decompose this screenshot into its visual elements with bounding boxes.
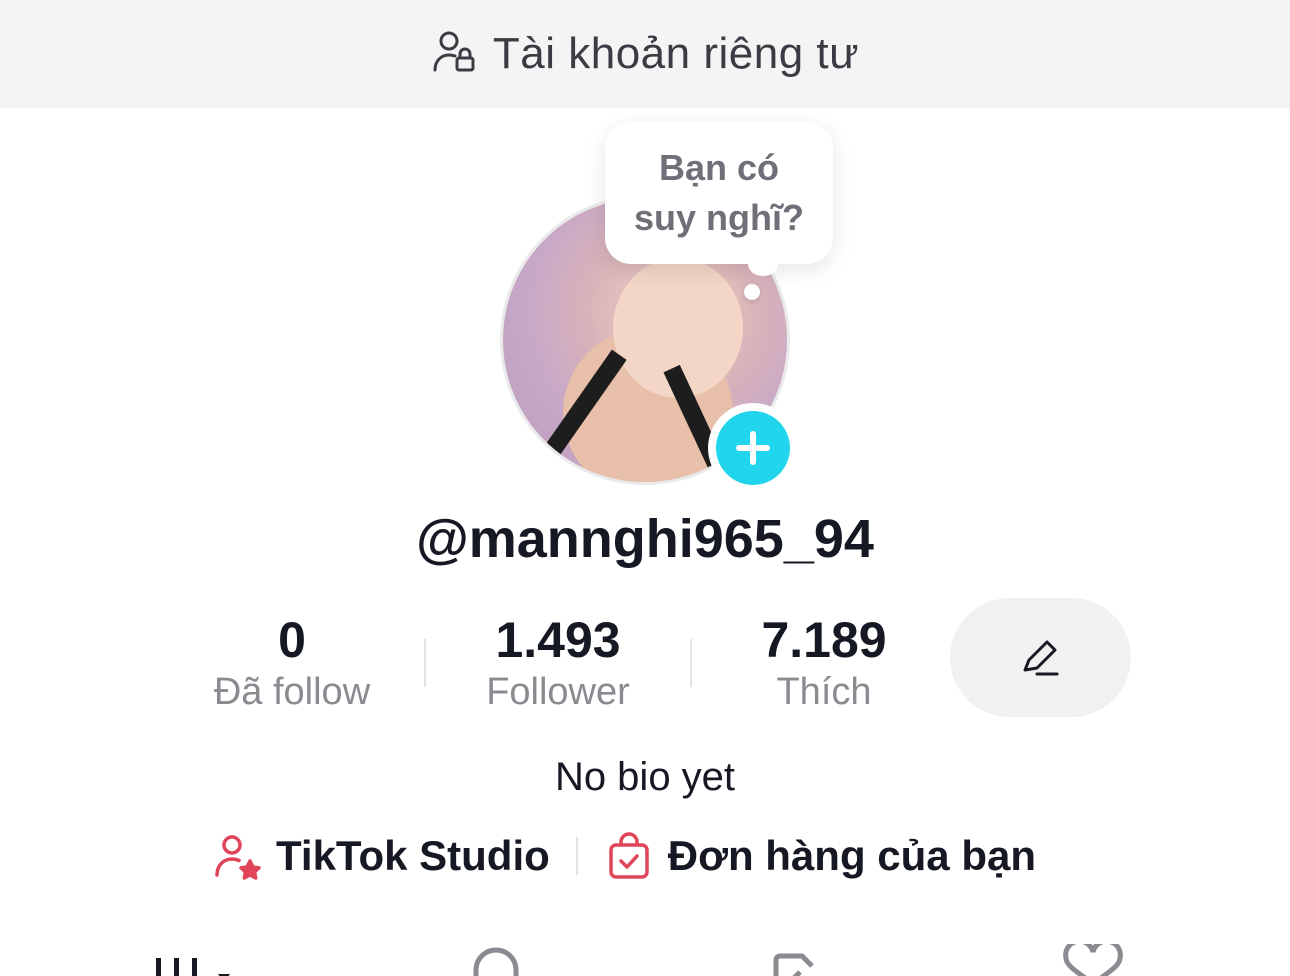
stat-likes[interactable]: 7.189 Thích bbox=[692, 611, 956, 715]
orders-label: Đơn hàng của bạn bbox=[667, 832, 1036, 879]
thought-bubble-text: Bạn có suy nghĩ? bbox=[634, 147, 804, 238]
pencil-icon bbox=[1023, 640, 1058, 675]
profile-links: TikTok Studio Đơn hàng của bạn bbox=[212, 826, 1036, 886]
creator-star-icon bbox=[215, 835, 261, 880]
tiktok-studio-label: TikTok Studio bbox=[276, 832, 550, 879]
add-avatar-button[interactable] bbox=[708, 403, 798, 493]
link-divider bbox=[575, 837, 578, 875]
edit-profile-button[interactable] bbox=[950, 598, 1131, 717]
username: @mannghi965_94 bbox=[416, 509, 874, 569]
profile-tabs bbox=[0, 936, 1290, 976]
stat-value: 7.189 bbox=[761, 612, 887, 668]
stat-value: 1.493 bbox=[495, 612, 621, 668]
orders-link[interactable]: Đơn hàng của bạn bbox=[604, 831, 1036, 881]
tiktok-studio-link[interactable]: TikTok Studio bbox=[212, 831, 550, 881]
thought-bubble-tail bbox=[748, 252, 778, 276]
stat-followers[interactable]: 1.493 Follower bbox=[426, 611, 690, 715]
lock-icon[interactable] bbox=[466, 944, 526, 976]
stat-following[interactable]: 0 Đã follow bbox=[160, 611, 424, 715]
private-account-banner[interactable]: Tài khoản riêng tư bbox=[0, 0, 1290, 108]
banner-title: Tài khoản riêng tư bbox=[492, 29, 860, 78]
bio-text: No bio yet bbox=[554, 755, 736, 799]
stats-row: 0 Đã follow 1.493 Follower 7.189 Thích bbox=[160, 608, 956, 718]
videos-grid-icon[interactable] bbox=[150, 944, 250, 976]
profile-page: Tài khoản riêng tư Bạn có suy nghĩ? @man… bbox=[0, 0, 1290, 976]
stat-label: Thích bbox=[776, 671, 872, 713]
thought-bubble[interactable]: Bạn có suy nghĩ? bbox=[605, 122, 833, 264]
thought-bubble-dot bbox=[744, 284, 760, 300]
repost-icon[interactable] bbox=[768, 944, 828, 976]
liked-heart-icon[interactable] bbox=[1058, 944, 1128, 976]
stat-label: Đã follow bbox=[213, 671, 371, 713]
stat-label: Follower bbox=[486, 671, 630, 713]
user-lock-icon bbox=[431, 28, 479, 81]
stat-value: 0 bbox=[278, 612, 306, 668]
plus-icon bbox=[736, 431, 770, 465]
shopping-bag-icon bbox=[609, 832, 649, 879]
